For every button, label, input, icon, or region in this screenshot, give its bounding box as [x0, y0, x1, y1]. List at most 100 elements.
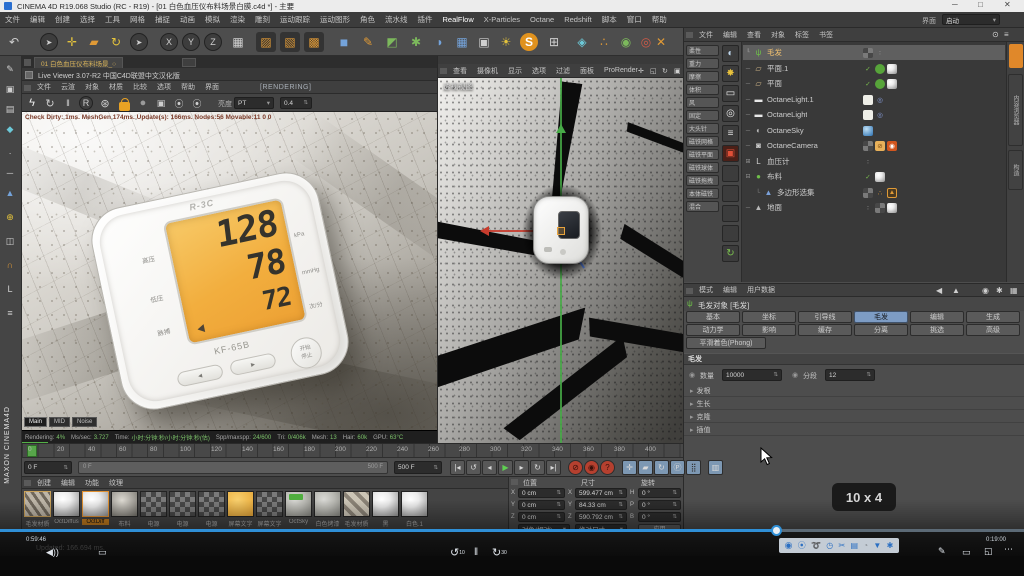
- tag-cloth[interactable]: [887, 64, 897, 74]
- collapsed-roots[interactable]: ▸发根: [684, 385, 1024, 397]
- lock-resolution-icon[interactable]: R: [79, 96, 93, 110]
- mat-menu-texture[interactable]: 纹理: [104, 478, 128, 488]
- tab-generate[interactable]: 生成: [966, 311, 1020, 323]
- dock-tab-structure[interactable]: 构造: [1008, 150, 1023, 190]
- om-filter-icon[interactable]: ⊙: [992, 30, 999, 39]
- player-progress-remaining[interactable]: [777, 529, 1024, 532]
- key-position-toggle[interactable]: ✛: [622, 460, 637, 475]
- tag-material-green[interactable]: [875, 64, 885, 74]
- size-y-field[interactable]: 84.33 cm⇅: [575, 500, 627, 510]
- pause-icon[interactable]: ‖: [474, 547, 478, 558]
- shade-toggle-icon[interactable]: ◐: [722, 45, 739, 62]
- rot-b-field[interactable]: 0 °⇅: [638, 512, 681, 522]
- lock-image-icon[interactable]: [119, 102, 130, 111]
- tab-editor[interactable]: 编辑: [910, 311, 964, 323]
- deformer-icon[interactable]: ✱: [406, 32, 426, 52]
- material-swatch[interactable]: [111, 491, 138, 517]
- gizmo-x-arrow[interactable]: [480, 226, 489, 236]
- viewport-solo-icon[interactable]: ◫: [3, 234, 17, 248]
- region-tab-mid[interactable]: MID: [49, 417, 70, 427]
- points-mode-icon[interactable]: ∙: [3, 146, 17, 160]
- more-tools-icon[interactable]: ≡: [3, 306, 17, 320]
- sim-magnet-mesh-button[interactable]: 磁铁网格: [686, 136, 719, 147]
- menu-item-snap[interactable]: 捕捉: [150, 14, 175, 25]
- gizmo-y-arrow[interactable]: [556, 124, 566, 133]
- menu-item-mesh[interactable]: 网格: [125, 14, 150, 25]
- vp-menu-view[interactable]: 查看: [448, 66, 472, 76]
- tree-row-plane1[interactable]: ─▱ 平面.1 ✓: [743, 61, 1005, 76]
- player-progress-filled[interactable]: [0, 529, 777, 532]
- menu-item-redshift[interactable]: Redshift: [559, 15, 597, 24]
- forward-30-icon[interactable]: ↻30: [492, 546, 507, 559]
- rot-h-field[interactable]: 0 °⇅: [638, 488, 681, 498]
- sim-mix-button[interactable]: 混合: [686, 201, 719, 212]
- tag-target[interactable]: ◎: [875, 95, 885, 105]
- sim-pin-button[interactable]: 大头针: [686, 123, 719, 134]
- tag-dots[interactable]: ∶: [863, 157, 873, 167]
- collapsed-interpolation[interactable]: ▸插值: [684, 424, 1024, 436]
- active-dock-tab[interactable]: [1009, 44, 1023, 68]
- material-swatch[interactable]: [401, 491, 428, 517]
- menu-item-octane[interactable]: Octane: [525, 15, 559, 24]
- tag-compositing[interactable]: [875, 203, 885, 213]
- size-x-field[interactable]: 599.477 cm⇅: [575, 488, 627, 498]
- menu-item-xparticles[interactable]: X-Particles: [479, 15, 525, 24]
- menu-item-select[interactable]: 选择: [75, 14, 100, 25]
- undo-icon[interactable]: ↶: [4, 32, 24, 52]
- rings-icon[interactable]: ◎: [722, 105, 739, 122]
- workplane-mode-icon[interactable]: ◆: [3, 122, 17, 136]
- size-z-field[interactable]: 590.792 cm⇅: [575, 512, 627, 522]
- particles-icon[interactable]: ∴: [594, 32, 614, 52]
- tag-light[interactable]: [863, 95, 873, 105]
- light-icon[interactable]: ☀: [496, 32, 516, 52]
- menu-item-character[interactable]: 角色: [355, 14, 380, 25]
- render-settings-icon[interactable]: ▩: [304, 32, 324, 52]
- menu-item-render[interactable]: 渲染: [225, 14, 250, 25]
- focus-picker-icon[interactable]: ⦿: [172, 96, 186, 110]
- polygons-mode-icon[interactable]: ▲: [3, 186, 17, 200]
- convert-editable-icon[interactable]: ✎: [3, 62, 17, 76]
- next-frame-button[interactable]: ▸: [514, 460, 529, 475]
- player-avatar-icon[interactable]: ◉: [785, 540, 793, 551]
- coordinate-system-icon[interactable]: ▦: [228, 32, 248, 52]
- menu-item-plugins[interactable]: 插件: [413, 14, 438, 25]
- player-pin-icon[interactable]: ⦿: [798, 540, 806, 551]
- kernel-param-field[interactable]: 0.4⇅: [280, 97, 312, 109]
- menu-item-animate[interactable]: 动画: [175, 14, 200, 25]
- segment-field[interactable]: 12⇅: [825, 369, 875, 381]
- tag-cloth[interactable]: [875, 172, 885, 182]
- material-ball-icon[interactable]: ●: [722, 185, 739, 202]
- grid-array-icon[interactable]: ⊞: [544, 32, 564, 52]
- attr-lock-icon[interactable]: ◉: [982, 286, 989, 295]
- attr-layout-icon[interactable]: ▦: [1010, 286, 1018, 295]
- lock-x-icon[interactable]: X: [160, 33, 178, 51]
- attr-menu-userdata[interactable]: 用户数据: [742, 285, 780, 295]
- tag-octane-camera[interactable]: ◉: [887, 141, 897, 151]
- tag-selection-active[interactable]: ▲: [887, 188, 897, 198]
- viewport-canvas[interactable]: 透视视图: [438, 78, 684, 444]
- camera-icon[interactable]: ▣: [474, 32, 494, 52]
- subdivision-surface-icon[interactable]: ◩: [382, 32, 402, 52]
- tab-basic[interactable]: 基本: [686, 311, 740, 323]
- tag-compositing[interactable]: [863, 48, 873, 58]
- attr-back-icon[interactable]: ◀: [936, 286, 942, 295]
- dock-tab-content-browser[interactable]: 内容浏览器: [1008, 74, 1023, 146]
- vp-menu-options[interactable]: 选项: [527, 66, 551, 76]
- menu-item-mograph[interactable]: 运动图形: [315, 14, 355, 25]
- pip-icon[interactable]: ▭: [962, 547, 971, 558]
- sim-self-magnet-button[interactable]: 本体磁铁: [686, 188, 719, 199]
- vp-menu-cameras[interactable]: 摄像机: [472, 66, 503, 76]
- menu-item-pipeline[interactable]: 流水线: [380, 14, 413, 25]
- material-swatch[interactable]: [227, 491, 254, 517]
- tag-check[interactable]: ✓: [863, 172, 873, 182]
- anim-dot-icon[interactable]: ◉: [792, 371, 798, 379]
- region-tab-main[interactable]: Main: [24, 417, 47, 427]
- timeline-window-button[interactable]: ▥: [708, 460, 723, 475]
- mat-menu-create[interactable]: 创建: [32, 478, 56, 488]
- document-tab[interactable]: 01 白色血压仪布料场景_○: [34, 57, 123, 68]
- play-button[interactable]: ▶: [498, 460, 513, 475]
- edges-mode-icon[interactable]: ─: [3, 166, 17, 180]
- player-clock-icon[interactable]: ◷: [826, 541, 833, 550]
- player-progress-handle[interactable]: [771, 525, 782, 536]
- rewind-10-icon[interactable]: ↺10: [450, 546, 465, 559]
